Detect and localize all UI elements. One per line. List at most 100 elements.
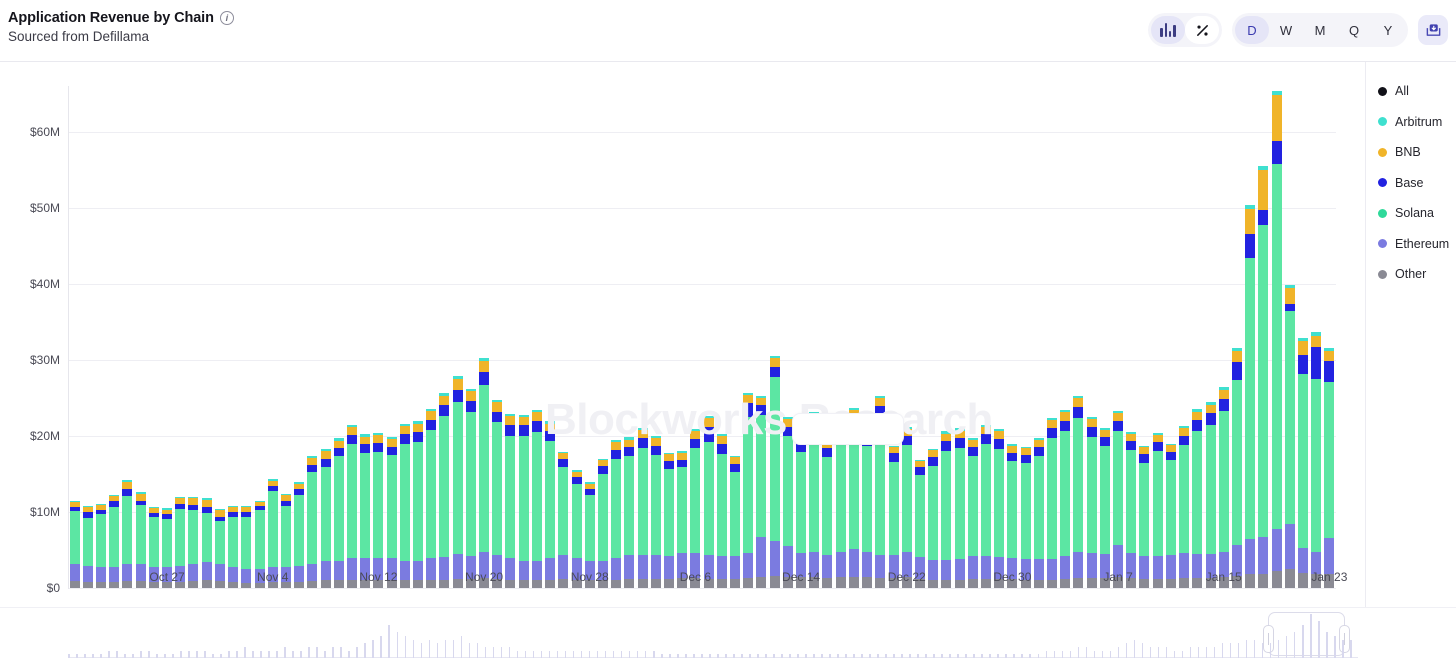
bar-column[interactable]: [492, 400, 503, 588]
bar-column[interactable]: [1218, 387, 1229, 588]
interval-button-y[interactable]: Y: [1371, 16, 1405, 44]
bar-column[interactable]: [888, 445, 899, 588]
bar-column[interactable]: [135, 492, 146, 588]
bar-column[interactable]: [1165, 443, 1176, 588]
legend-item-ethereum[interactable]: Ethereum: [1378, 229, 1456, 260]
bar-column[interactable]: [96, 503, 107, 588]
bar-column[interactable]: [558, 451, 569, 588]
bar-column[interactable]: [1020, 446, 1031, 588]
bar-column[interactable]: [1324, 347, 1335, 588]
bar-column[interactable]: [399, 423, 410, 588]
bar-column[interactable]: [1258, 165, 1269, 588]
bar-column[interactable]: [1152, 432, 1163, 588]
bar-column[interactable]: [1245, 205, 1256, 588]
bar-column[interactable]: [373, 432, 384, 588]
bar-column[interactable]: [479, 357, 490, 588]
bar-column[interactable]: [730, 455, 741, 588]
bar-column[interactable]: [1113, 410, 1124, 588]
legend-item-all[interactable]: All: [1378, 76, 1456, 107]
bar-column[interactable]: [1139, 445, 1150, 588]
bar-column[interactable]: [624, 437, 635, 588]
bar-column[interactable]: [346, 424, 357, 588]
bar-column[interactable]: [1284, 285, 1295, 588]
bar-column[interactable]: [1179, 426, 1190, 588]
bar-column[interactable]: [822, 439, 833, 588]
bar-column[interactable]: [109, 494, 120, 588]
bar-column[interactable]: [452, 375, 463, 588]
bar-column[interactable]: [862, 426, 873, 588]
bar-column[interactable]: [928, 448, 939, 588]
bar-column[interactable]: [663, 452, 674, 588]
bar-column[interactable]: [1297, 337, 1308, 588]
bar-column[interactable]: [994, 429, 1005, 588]
bar-column[interactable]: [967, 438, 978, 588]
bar-column[interactable]: [360, 434, 371, 588]
brush-handle-right[interactable]: [1339, 625, 1351, 653]
bar-column[interactable]: [228, 505, 239, 588]
bar-column[interactable]: [901, 426, 912, 588]
bar-column[interactable]: [1060, 410, 1071, 588]
bar-column[interactable]: [426, 408, 437, 588]
bar-chart-type-button[interactable]: [1151, 16, 1185, 44]
bar-series-layer[interactable]: [68, 86, 1336, 588]
bar-column[interactable]: [188, 496, 199, 588]
bar-column[interactable]: [69, 500, 80, 588]
bar-column[interactable]: [1033, 438, 1044, 588]
bar-column[interactable]: [954, 428, 965, 588]
bar-column[interactable]: [611, 439, 622, 588]
bar-column[interactable]: [716, 433, 727, 588]
bar-column[interactable]: [307, 456, 318, 588]
bar-column[interactable]: [1086, 416, 1097, 588]
bar-column[interactable]: [465, 388, 476, 588]
percent-chart-type-button[interactable]: [1185, 16, 1219, 44]
bar-column[interactable]: [82, 505, 93, 588]
bar-column[interactable]: [677, 451, 688, 588]
bar-column[interactable]: [439, 393, 450, 588]
bar-column[interactable]: [796, 432, 807, 588]
bar-column[interactable]: [980, 424, 991, 588]
bar-column[interactable]: [201, 498, 212, 588]
interval-button-m[interactable]: M: [1303, 16, 1337, 44]
bar-column[interactable]: [333, 438, 344, 588]
range-brush[interactable]: [0, 607, 1456, 665]
bar-column[interactable]: [1311, 332, 1322, 588]
bar-column[interactable]: [531, 410, 542, 588]
bar-column[interactable]: [1073, 395, 1084, 588]
bar-column[interactable]: [650, 435, 661, 588]
info-icon[interactable]: i: [219, 11, 234, 25]
bar-column[interactable]: [1192, 409, 1203, 588]
brush-handle-left[interactable]: [1262, 625, 1274, 653]
bar-column[interactable]: [413, 421, 424, 588]
legend-item-other[interactable]: Other: [1378, 259, 1456, 290]
export-button[interactable]: [1418, 15, 1448, 45]
bar-column[interactable]: [122, 480, 133, 588]
bar-column[interactable]: [545, 421, 556, 588]
bar-column[interactable]: [1205, 402, 1216, 588]
legend-item-bnb[interactable]: BNB: [1378, 137, 1456, 168]
bar-column[interactable]: [1047, 417, 1058, 588]
legend-item-solana[interactable]: Solana: [1378, 198, 1456, 229]
interval-button-d[interactable]: D: [1235, 16, 1269, 44]
bar-column[interactable]: [1099, 427, 1110, 588]
bar-column[interactable]: [1271, 90, 1282, 588]
bar-column[interactable]: [914, 459, 925, 588]
bar-column[interactable]: [241, 505, 252, 588]
bar-column[interactable]: [690, 429, 701, 588]
bar-column[interactable]: [769, 356, 780, 588]
bar-column[interactable]: [214, 508, 225, 588]
legend-item-arbitrum[interactable]: Arbitrum: [1378, 107, 1456, 138]
bar-column[interactable]: [941, 431, 952, 588]
bar-column[interactable]: [597, 458, 608, 588]
bar-column[interactable]: [518, 414, 529, 588]
chart-plot-area[interactable]: $0 $10M $20M $30M $40M $50M $60M Blockworks Re…: [0, 62, 1365, 607]
interval-button-w[interactable]: W: [1269, 16, 1303, 44]
interval-button-q[interactable]: Q: [1337, 16, 1371, 44]
bar-column[interactable]: [1126, 432, 1137, 588]
bar-column[interactable]: [386, 436, 397, 588]
bar-column[interactable]: [1231, 347, 1242, 588]
bar-column[interactable]: [505, 413, 516, 588]
brush-overview[interactable]: [68, 608, 1358, 658]
bar-column[interactable]: [637, 427, 648, 588]
bar-column[interactable]: [320, 448, 331, 588]
legend-item-base[interactable]: Base: [1378, 168, 1456, 199]
